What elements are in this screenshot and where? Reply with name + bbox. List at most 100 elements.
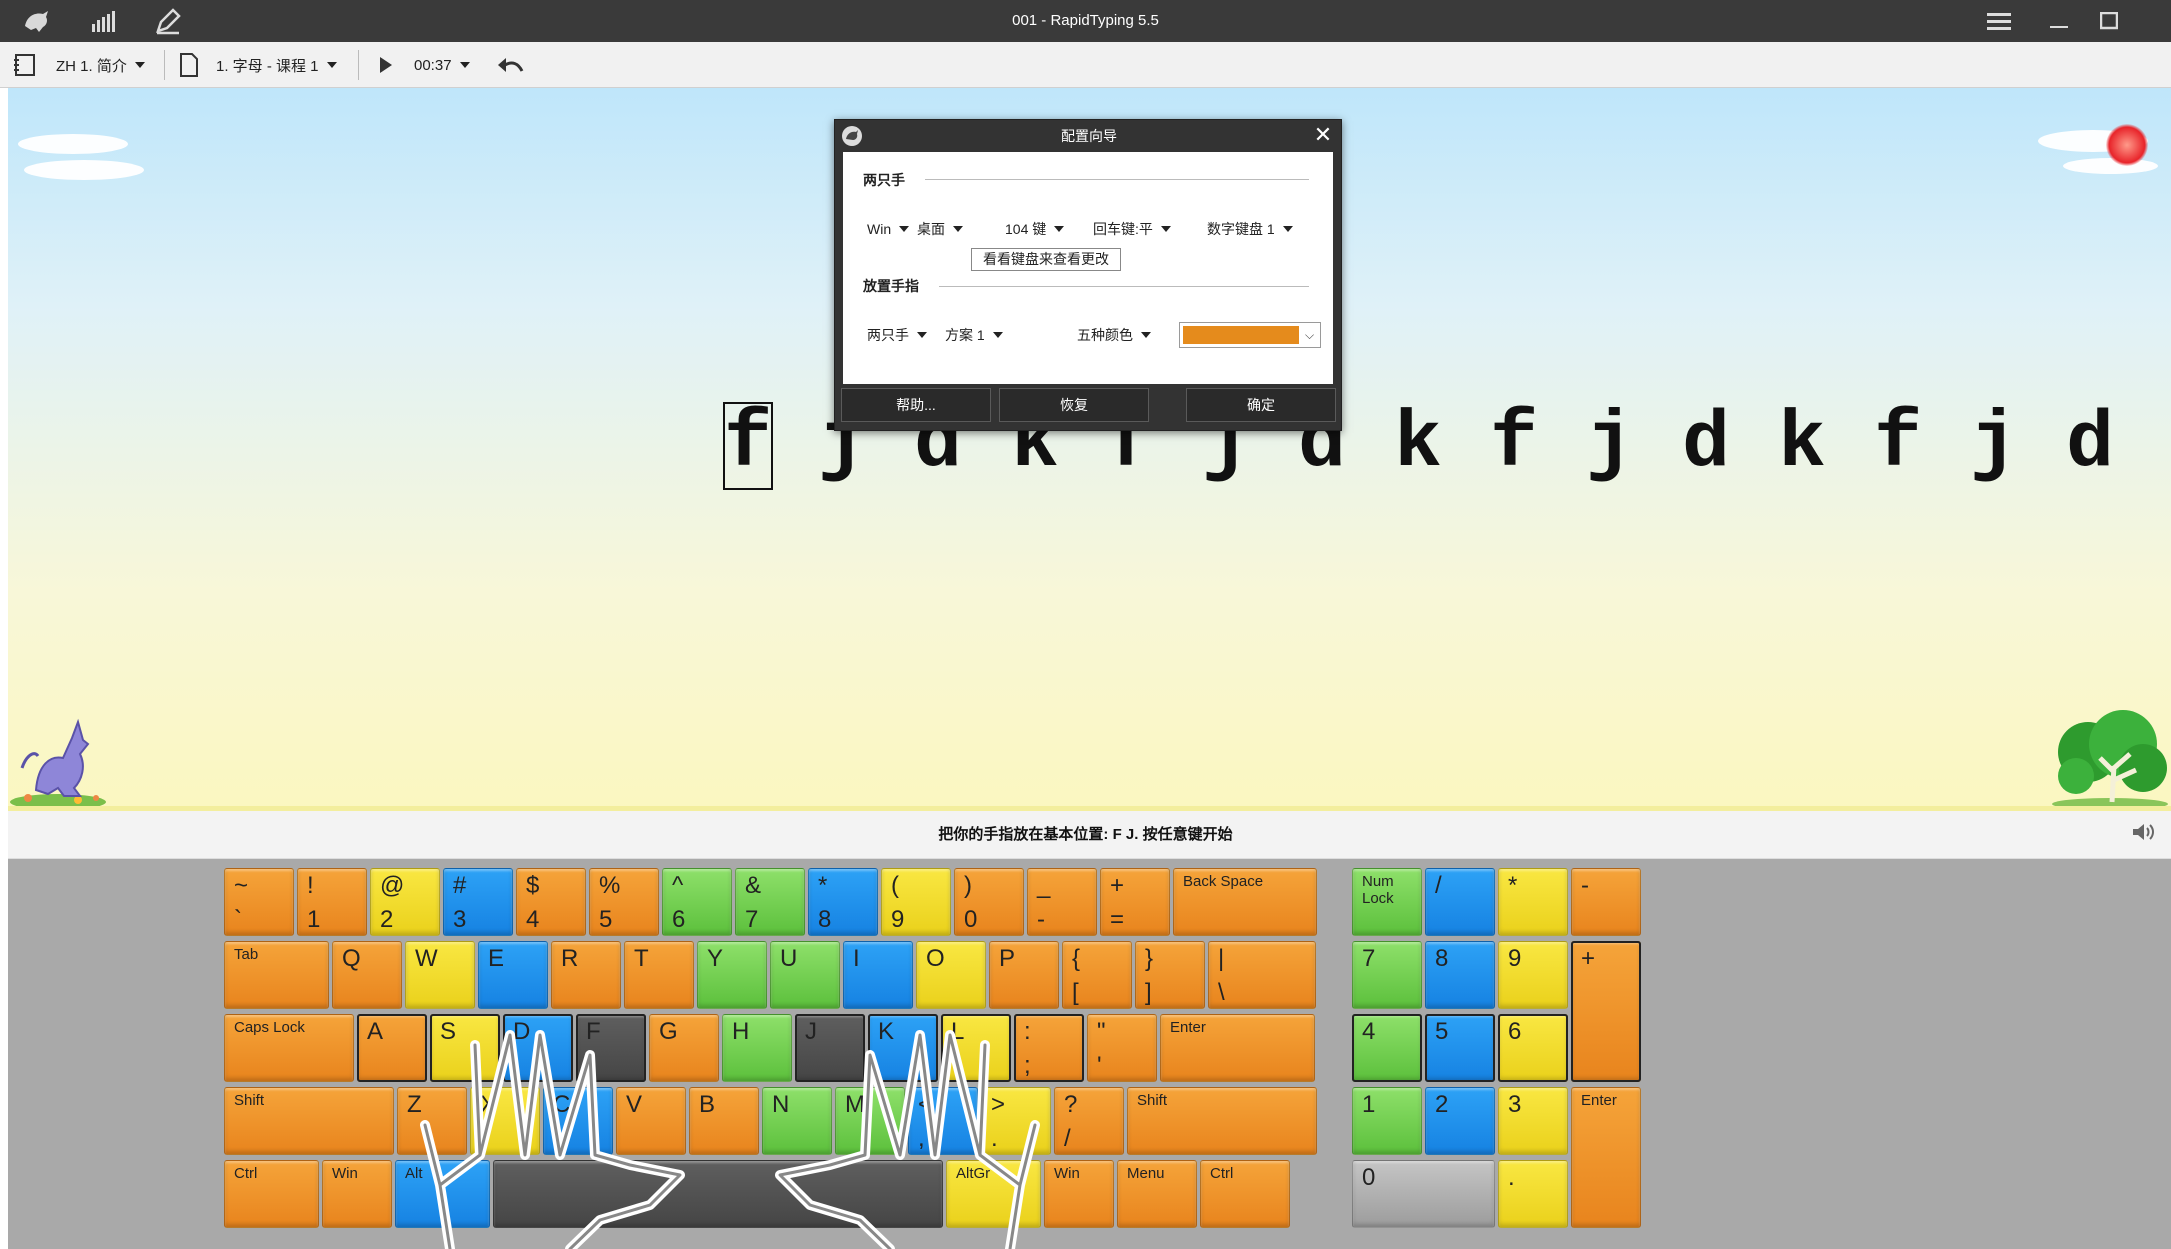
key-sym[interactable]: | \ (1208, 941, 1316, 1009)
key-sym[interactable]: ! 1 (297, 868, 367, 936)
key-shift[interactable]: Shift (1127, 1087, 1317, 1155)
course-dropdown[interactable]: ZH 1. 简介 (56, 42, 145, 88)
key-sym[interactable]: #3 (443, 868, 513, 936)
key-label: 3 (453, 906, 467, 933)
key-numpad-enter[interactable]: Enter (1571, 1087, 1641, 1228)
key-label: Enter (1170, 1019, 1206, 1036)
chevron-down-icon (459, 62, 470, 68)
os-dropdown[interactable]: Win (867, 218, 910, 240)
play-icon[interactable] (378, 42, 394, 88)
chevron-down-icon: ⌵ (1305, 327, 1315, 342)
lesson-dropdown[interactable]: 1. 字母 - 课程 1 (216, 42, 337, 88)
key-sym[interactable]: ) 0 (954, 868, 1024, 936)
key-sym[interactable]: " ' (1087, 1014, 1157, 1082)
key-numpad-sym[interactable]: / (1425, 868, 1495, 936)
scheme-dropdown[interactable]: 方案 1 (945, 324, 1003, 346)
key-numpad-1[interactable]: 1 (1352, 1087, 1422, 1155)
key-numpad-4[interactable]: 4 (1352, 1014, 1422, 1082)
key-sym[interactable]: ? / (1054, 1087, 1124, 1155)
key-a[interactable]: A (357, 1014, 427, 1082)
key-y[interactable]: Y (697, 941, 767, 1009)
key-numpad-2[interactable]: 2 (1425, 1087, 1495, 1155)
key-q[interactable]: Q (332, 941, 402, 1009)
key-sym[interactable]: % 5 (589, 868, 659, 936)
key-sym[interactable]: + = (1100, 868, 1170, 936)
key-numpad-0[interactable]: 0 (1352, 1160, 1495, 1228)
ok-button[interactable]: 确定 (1186, 388, 1336, 422)
key-label: Shift (1137, 1092, 1168, 1109)
key-numpad-7[interactable]: 7 (1352, 941, 1422, 1009)
view-keyboard-button[interactable]: 看看键盘来查看更改 (971, 248, 1121, 271)
key-sym[interactable]: $4 (516, 868, 586, 936)
window-title: 001 - RapidTyping 5.5 (1012, 12, 1159, 29)
key-win[interactable]: Win (322, 1160, 392, 1228)
key-o[interactable]: O (916, 941, 986, 1009)
minimize-icon[interactable] (2036, 0, 2082, 42)
key-numpad-9[interactable]: 9 (1498, 941, 1568, 1009)
key-ctrl[interactable]: Ctrl (1200, 1160, 1290, 1228)
key-label: ' (1097, 1052, 1102, 1079)
key-label: 0 (964, 906, 978, 933)
key-w[interactable]: W (405, 941, 475, 1009)
key-u[interactable]: U (770, 941, 840, 1009)
key-sym[interactable]: _ - (1027, 868, 1097, 936)
timer-label: 00:37 (414, 56, 452, 74)
speaker-icon[interactable] (2129, 821, 2157, 849)
numpad-dropdown[interactable]: 数字键盘 1 (1207, 218, 1293, 240)
key-sym[interactable]: ^ 6 (662, 868, 732, 936)
enter-dropdown[interactable]: 回车键:平 (1093, 218, 1171, 240)
key-numpad-sym[interactable]: . (1498, 1160, 1568, 1228)
key-numpad-num[interactable]: Num Lock (1352, 868, 1422, 936)
key-sym[interactable]: @2 (370, 868, 440, 936)
key-menu[interactable]: Menu (1117, 1160, 1197, 1228)
key-r[interactable]: R (551, 941, 621, 1009)
key-label: Ctrl (1210, 1165, 1234, 1182)
key-tab[interactable]: Tab (224, 941, 329, 1009)
key-label: ! (307, 872, 314, 899)
maximize-icon[interactable] (2086, 0, 2132, 42)
layout-dropdown[interactable]: 桌面 (917, 218, 963, 240)
key-label: Enter (1581, 1092, 1617, 1109)
key-ctrl[interactable]: Ctrl (224, 1160, 319, 1228)
key-numpad-3[interactable]: 3 (1498, 1087, 1568, 1155)
key-numpad-sym[interactable]: + (1571, 941, 1641, 1082)
exercise-glyph: k (1393, 399, 1442, 490)
key-label: 6 (672, 906, 686, 933)
key-i[interactable]: I (843, 941, 913, 1009)
key-shift[interactable]: Shift (224, 1087, 394, 1155)
key-numpad-6[interactable]: 6 (1498, 1014, 1568, 1082)
reset-button[interactable]: 恢复 (999, 388, 1149, 422)
key-enter[interactable]: Enter (1160, 1014, 1315, 1082)
key-sym[interactable]: & 7 (735, 868, 805, 936)
close-icon[interactable]: ✕ (1311, 123, 1335, 147)
key-p[interactable]: P (989, 941, 1059, 1009)
timer-dropdown[interactable]: 00:37 (414, 42, 470, 88)
key-numpad-5[interactable]: 5 (1425, 1014, 1495, 1082)
key-sym[interactable]: }] (1135, 941, 1205, 1009)
keys-dropdown[interactable]: 104 键 (1005, 218, 1065, 240)
hands-dropdown[interactable]: 两只手 (867, 324, 927, 346)
color-picker[interactable]: ⌵ (1179, 322, 1321, 348)
divider (925, 179, 1309, 180)
key-label: 3 (1508, 1091, 1522, 1118)
menu-icon[interactable] (1976, 0, 2022, 42)
key-win[interactable]: Win (1044, 1160, 1114, 1228)
help-button[interactable]: 帮助... (841, 388, 991, 422)
key-label: 9 (1508, 945, 1522, 972)
colors-dropdown[interactable]: 五种颜色 (1077, 324, 1151, 346)
key-t[interactable]: T (624, 941, 694, 1009)
key-e[interactable]: E (478, 941, 548, 1009)
key-numpad-sym[interactable]: * (1498, 868, 1568, 936)
key-label: 1 (307, 906, 321, 933)
dialog-title: 配置向导 (1061, 128, 1117, 144)
key-numpad-8[interactable]: 8 (1425, 941, 1495, 1009)
key-back-space[interactable]: Back Space (1173, 868, 1317, 936)
key-sym[interactable]: ~ ` (224, 868, 294, 936)
key-numpad-sym[interactable]: - (1571, 868, 1641, 936)
key-sym[interactable]: (9 (881, 868, 951, 936)
key-sym[interactable]: * 8 (808, 868, 878, 936)
key-caps-lock[interactable]: Caps Lock (224, 1014, 354, 1082)
divider (164, 50, 165, 80)
undo-icon[interactable] (496, 42, 524, 88)
key-sym[interactable]: {[ (1062, 941, 1132, 1009)
